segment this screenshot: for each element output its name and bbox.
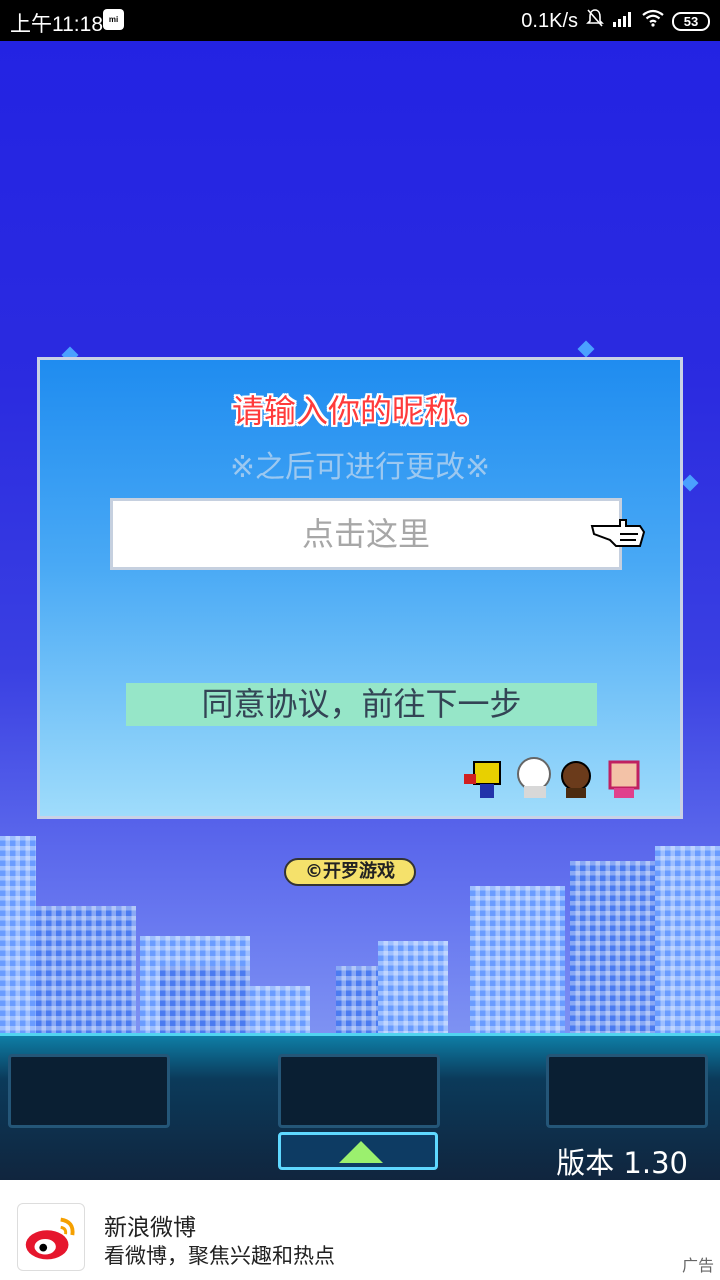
slot-left xyxy=(8,1054,170,1128)
sparkle-star xyxy=(577,340,595,358)
nickname-input[interactable]: 点击这里 xyxy=(110,498,622,570)
weibo-logo-icon xyxy=(17,1203,85,1271)
ad-banner[interactable]: 新浪微博 看微博，聚焦兴趣和热点 广告 xyxy=(0,1180,720,1280)
agree-next-button[interactable]: 同意协议，前往下一步 xyxy=(126,683,597,726)
version-label: 版本 1.30 xyxy=(556,1146,688,1180)
ad-title: 新浪微博 xyxy=(104,1215,196,1241)
wifi-icon xyxy=(642,9,664,33)
mute-bell-icon xyxy=(586,8,604,34)
copyright-badge: ©开罗游戏 xyxy=(284,858,416,886)
battery-icon: 53 xyxy=(672,11,710,31)
nickname-dialog: 请输入你的昵称。 ※之后可进行更改※ 点击这里 同意协议，前往下一步 xyxy=(37,357,683,819)
ad-tag: 广告 xyxy=(682,1252,714,1276)
ad-tag-label: 广告 xyxy=(681,1256,714,1275)
city-skyline xyxy=(0,821,720,1036)
status-bar: 上午11:18 mi 0.1K/s 53 xyxy=(0,0,720,41)
slot-center xyxy=(278,1054,440,1128)
pointing-hand-icon xyxy=(590,519,646,547)
up-arrow-button[interactable] xyxy=(278,1132,438,1170)
slot-right xyxy=(546,1054,708,1128)
control-bar: 版本 1.30 xyxy=(0,1033,720,1180)
dialog-subtitle: ※之后可进行更改※ xyxy=(229,450,491,485)
dialog-title: 请输入你的昵称。 xyxy=(231,392,488,430)
signal-icon xyxy=(612,9,634,33)
ad-description: 看微博，聚焦兴趣和热点 xyxy=(104,1244,335,1268)
up-arrow-icon xyxy=(339,1141,383,1163)
status-time: 上午11:18 xyxy=(10,13,103,36)
status-right: 0.1K/s 53 xyxy=(521,8,710,34)
net-speed: 0.1K/s xyxy=(521,9,578,32)
mi-notification-icon: mi xyxy=(103,9,124,30)
sparkle-star xyxy=(681,474,699,492)
game-screen: 请输入你的昵称。 ※之后可进行更改※ 点击这里 同意协议，前往下一步 ©开罗游戏 xyxy=(0,41,720,1180)
pixel-characters xyxy=(464,757,640,798)
